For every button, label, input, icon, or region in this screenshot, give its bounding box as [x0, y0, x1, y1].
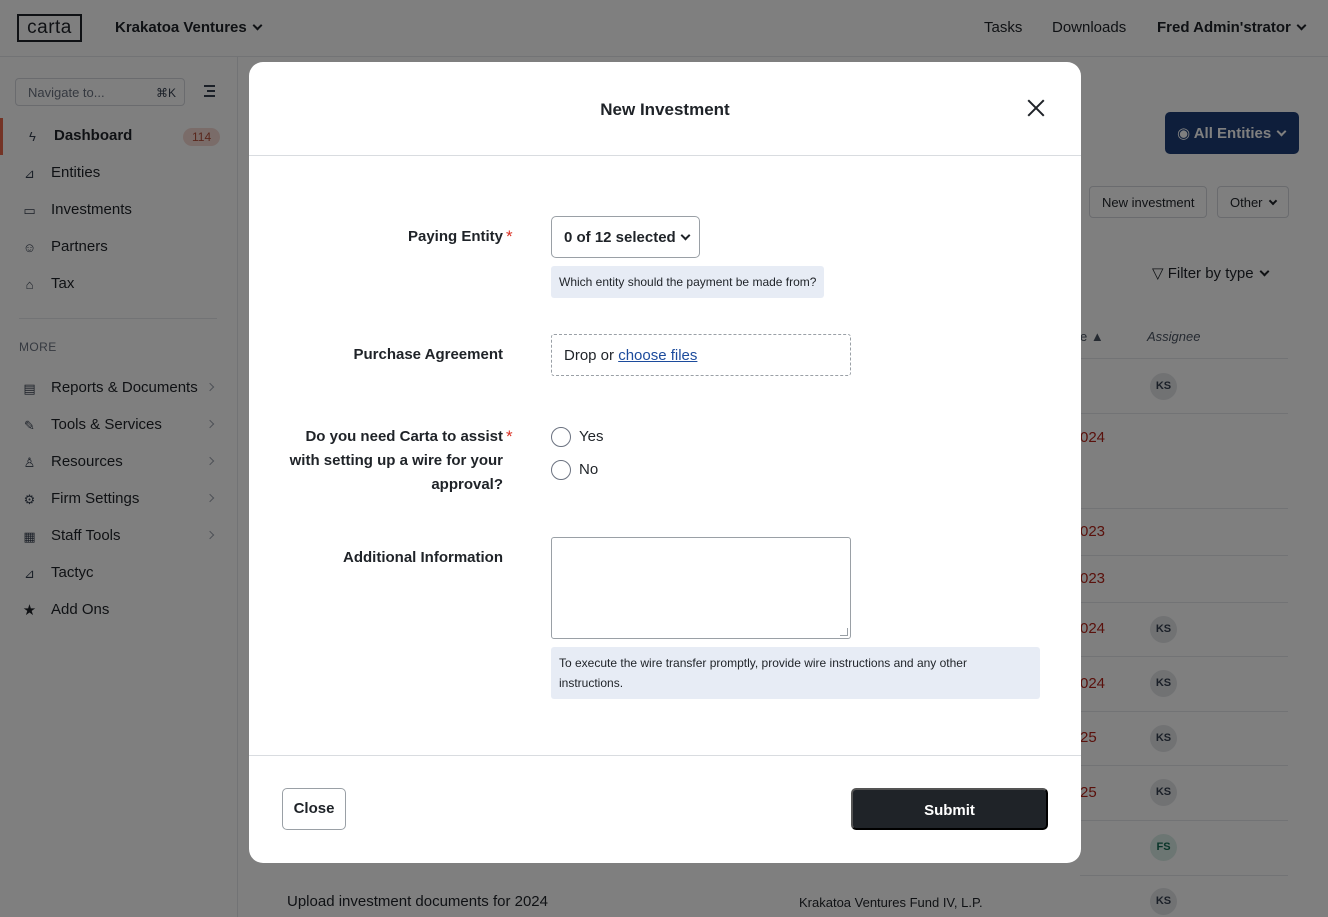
paying-entity-select[interactable]: 0 of 12 selected	[551, 216, 700, 258]
submit-button[interactable]: Submit	[851, 788, 1048, 830]
radio-label[interactable]: Yes	[579, 428, 603, 445]
paying-entity-hint: Which entity should the payment be made …	[551, 266, 825, 298]
modal-footer-divider	[249, 755, 1081, 756]
wire-assist-label-line: with setting up a wire for your	[289, 452, 503, 469]
required-asterisk-icon: *	[506, 227, 513, 246]
wire-assist-label-line: Do you need Carta to assist	[305, 428, 503, 445]
close-button[interactable]: Close	[282, 788, 346, 830]
additional-info-label: Additional Information	[343, 549, 503, 566]
wire-assist-label-line: approval?	[431, 476, 503, 493]
chevron-down-icon	[680, 230, 691, 241]
paying-entity-value: 0 of 12 selected	[564, 229, 676, 246]
purchase-agreement-label: Purchase Agreement	[353, 346, 503, 363]
additional-info-hint: To execute the wire transfer promptly, p…	[551, 647, 1040, 699]
additional-info-textarea[interactable]	[551, 537, 851, 639]
paying-entity-label: Paying Entity	[407, 228, 503, 245]
modal-title: New Investment	[600, 100, 730, 119]
radio-circle[interactable]	[551, 460, 571, 480]
new-investment-modal: New Investment Paying Entity * 0 of 12 s…	[249, 62, 1081, 863]
radio-circle[interactable]	[551, 427, 571, 447]
modal-header-divider	[249, 155, 1081, 156]
purchase-agreement-dropzone[interactable]: Drop or choose files	[551, 334, 851, 376]
wire-assist-label: Do you need Carta to assist with setting…	[290, 425, 503, 497]
radio-label[interactable]: No	[579, 461, 598, 478]
close-icon[interactable]	[1027, 99, 1045, 117]
resize-handle-icon[interactable]	[840, 628, 848, 636]
drop-text: Drop or	[564, 347, 619, 364]
choose-files-link[interactable]: choose files	[618, 347, 697, 364]
required-asterisk-icon: *	[506, 427, 513, 446]
